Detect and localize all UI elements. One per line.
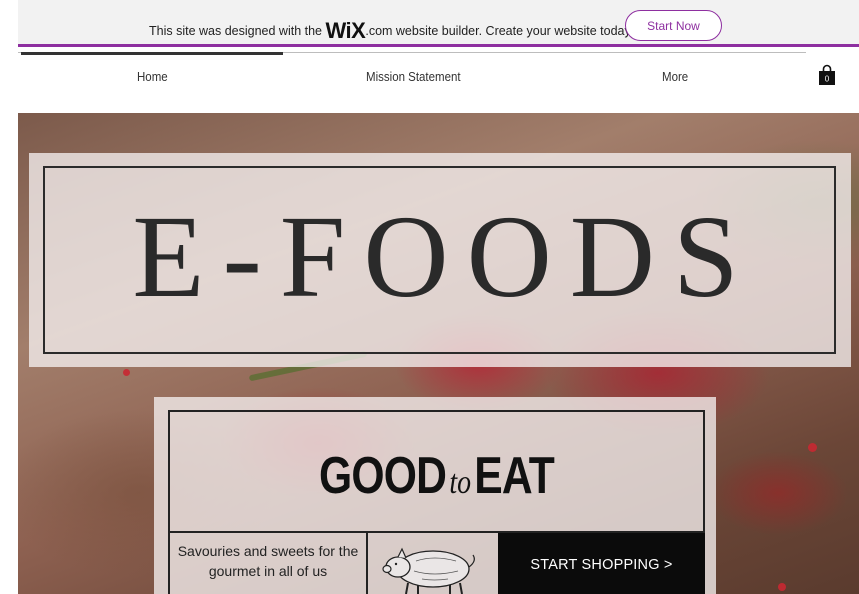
headline-right: EAT	[474, 447, 554, 505]
site-title: E-FOODS	[132, 191, 757, 322]
hero-section: E-FOODS GOODtoEAT Savouries and sweets f…	[18, 113, 859, 594]
promo-card: GOODtoEAT Savouries and sweets for the g…	[154, 397, 716, 594]
banner-text-after: .com website builder. Create your websit…	[365, 24, 634, 38]
headline-left: GOOD	[319, 447, 447, 505]
headline: GOODtoEAT	[218, 446, 655, 506]
banner-text: This site was designed with the WiX.com …	[149, 18, 633, 44]
shopping-bag-icon[interactable]: 0	[818, 64, 836, 86]
tagline: Savouries and sweets for the gourmet in …	[177, 543, 359, 579]
peppercorn-decoration	[778, 583, 786, 591]
cart-count: 0	[825, 75, 830, 84]
start-now-button[interactable]: Start Now	[625, 10, 722, 41]
title-band: E-FOODS	[29, 153, 851, 367]
pig-cell	[368, 533, 498, 594]
main-nav: Home Mission Statement More 0	[18, 50, 859, 113]
pig-illustration-icon	[382, 547, 475, 594]
nav-item-more[interactable]: More	[662, 70, 688, 84]
banner-text-before: This site was designed with the	[149, 24, 326, 38]
peppercorn-decoration	[808, 443, 817, 452]
wix-promo-banner: This site was designed with the WiX.com …	[18, 0, 859, 47]
start-shopping-button[interactable]: START SHOPPING >	[498, 533, 705, 594]
headline-script: to	[449, 464, 472, 501]
nav-item-mission-statement[interactable]: Mission Statement	[366, 70, 461, 84]
wix-logo: WiX	[325, 18, 366, 43]
nav-item-home[interactable]: Home	[137, 70, 168, 84]
nav-active-indicator	[21, 52, 283, 55]
promo-card-frame: GOODtoEAT Savouries and sweets for the g…	[168, 410, 705, 594]
tagline-cell: Savouries and sweets for the gourmet in …	[170, 533, 368, 594]
peppercorn-decoration	[123, 369, 130, 376]
title-frame: E-FOODS	[43, 166, 836, 354]
